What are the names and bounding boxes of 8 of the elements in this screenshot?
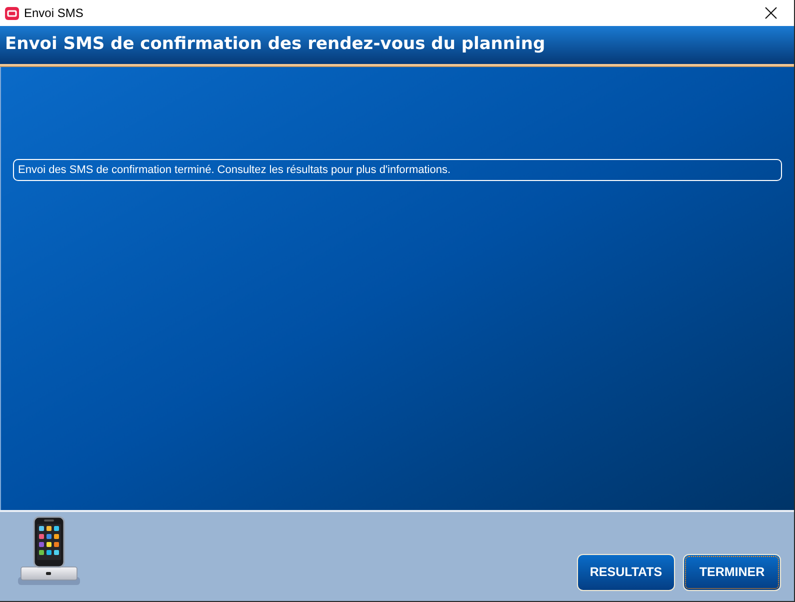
- app-logo-icon: [5, 6, 19, 20]
- close-icon: [765, 7, 777, 19]
- header-title: Envoi SMS de confirmation des rendez-vous du planning: [5, 33, 546, 56]
- window-title: Envoi SMS: [24, 5, 84, 22]
- phone-dock-icon: [18, 516, 80, 586]
- dialog-button[interactable]: RESULTATS: [577, 554, 675, 591]
- dialog-button[interactable]: TERMINER: [683, 554, 781, 591]
- status-message: Envoi des SMS de confirmation terminé. Consultez les résultats pour plus d'informations.: [13, 159, 782, 181]
